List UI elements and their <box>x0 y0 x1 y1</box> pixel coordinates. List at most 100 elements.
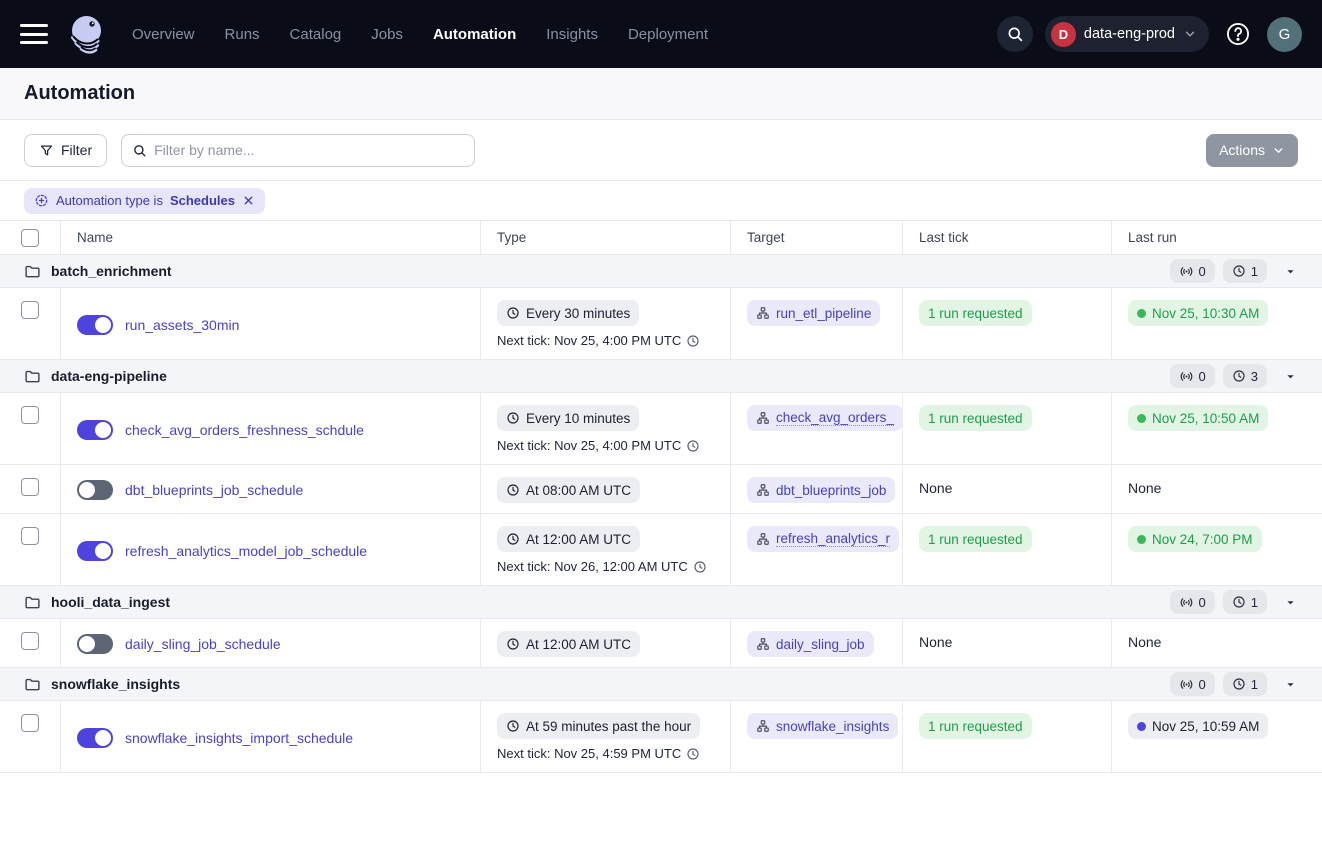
target-cell: check_avg_orders_ <box>731 393 903 464</box>
schedule-enabled-toggle[interactable] <box>77 480 113 500</box>
nav-item-catalog[interactable]: Catalog <box>290 26 342 43</box>
last-tick-status-pill[interactable]: 1 run requested <box>919 405 1032 431</box>
last-run-time: Nov 25, 10:50 AM <box>1152 411 1259 426</box>
last-tick-none: None <box>919 477 1095 496</box>
name-cell: dbt_blueprints_job_schedule <box>61 465 481 513</box>
row-checkbox-cell <box>0 619 61 667</box>
user-avatar[interactable]: G <box>1267 17 1302 52</box>
schedule-enabled-toggle[interactable] <box>77 541 113 561</box>
schedule-enabled-toggle[interactable] <box>77 728 113 748</box>
last-tick-status-pill[interactable]: 1 run requested <box>919 300 1032 326</box>
collapse-group-button[interactable] <box>1283 677 1298 692</box>
last-run-pill[interactable]: Nov 24, 7:00 PM <box>1128 526 1262 552</box>
schedule-count-badge: 1 <box>1223 672 1267 696</box>
row-checkbox-cell <box>0 288 61 359</box>
target-cell: run_etl_pipeline <box>731 288 903 359</box>
hamburger-menu-icon[interactable] <box>20 24 48 44</box>
schedule-enabled-toggle[interactable] <box>77 634 113 654</box>
filter-chip-automation-type[interactable]: Automation type is Schedules <box>24 188 265 214</box>
dagster-logo-icon[interactable] <box>64 11 110 57</box>
filter-button[interactable]: Filter <box>24 134 107 167</box>
nav-item-automation[interactable]: Automation <box>433 26 516 43</box>
row-checkbox[interactable] <box>21 406 39 424</box>
schedule-count: 3 <box>1251 369 1258 384</box>
clock-icon <box>506 411 520 425</box>
automation-table: NameTypeTargetLast tickLast runbatch_enr… <box>0 221 1322 773</box>
target-pill[interactable]: run_etl_pipeline <box>747 300 880 326</box>
target-pill[interactable]: dbt_blueprints_job <box>747 477 895 503</box>
schedule-count: 1 <box>1251 595 1258 610</box>
type-cell: Every 10 minutesNext tick: Nov 25, 4:00 … <box>481 393 731 464</box>
last-run-pill[interactable]: Nov 25, 10:50 AM <box>1128 405 1268 431</box>
nav-item-deployment[interactable]: Deployment <box>628 26 708 43</box>
target-cell: snowflake_insights <box>731 701 903 772</box>
nav-item-jobs[interactable]: Jobs <box>371 26 403 43</box>
target-pill[interactable]: refresh_analytics_r <box>747 526 899 552</box>
name-filter-input[interactable] <box>154 142 464 158</box>
type-cell: At 12:00 AM UTC <box>481 619 731 667</box>
row-checkbox[interactable] <box>21 632 39 650</box>
last-tick-status-pill[interactable]: 1 run requested <box>919 526 1032 552</box>
schedule-name-link[interactable]: snowflake_insights_import_schedule <box>125 730 353 746</box>
target-cell: dbt_blueprints_job <box>731 465 903 513</box>
group-row: hooli_data_ingest01 <box>0 586 1322 619</box>
schedule-name-link[interactable]: refresh_analytics_model_job_schedule <box>125 543 367 559</box>
target-pill[interactable]: snowflake_insights <box>747 713 898 739</box>
select-all-checkbox[interactable] <box>21 229 39 247</box>
search-button[interactable] <box>997 16 1033 52</box>
funnel-icon <box>39 143 54 158</box>
schedule-count: 1 <box>1251 677 1258 692</box>
schedule-name-link[interactable]: run_assets_30min <box>125 317 239 333</box>
expand-caret-icon <box>1283 264 1298 279</box>
job-icon <box>756 306 770 320</box>
table-row: snowflake_insights_import_scheduleAt 59 … <box>0 701 1322 773</box>
folder-icon <box>24 594 41 611</box>
toolbar: Filter Actions <box>0 120 1322 181</box>
sensor-icon <box>1179 369 1194 384</box>
workspace-avatar: D <box>1051 22 1076 47</box>
remove-filter-icon[interactable] <box>242 194 255 207</box>
clock-icon <box>686 334 700 348</box>
workspace-selector[interactable]: D data-eng-prod <box>1045 16 1209 52</box>
name-filter-searchbox <box>121 134 475 167</box>
nav-item-overview[interactable]: Overview <box>132 26 195 43</box>
actions-button[interactable]: Actions <box>1206 134 1298 167</box>
last-run-pill[interactable]: Nov 25, 10:59 AM <box>1128 713 1268 739</box>
row-checkbox[interactable] <box>21 478 39 496</box>
last-tick-status-pill[interactable]: 1 run requested <box>919 713 1032 739</box>
folder-icon <box>24 676 41 693</box>
nav-item-runs[interactable]: Runs <box>225 26 260 43</box>
schedule-enabled-toggle[interactable] <box>77 315 113 335</box>
clock-icon <box>1232 264 1246 278</box>
schedule-name-link[interactable]: dbt_blueprints_job_schedule <box>125 482 303 498</box>
last-run-none: None <box>1128 631 1306 650</box>
row-checkbox[interactable] <box>21 714 39 732</box>
last-tick-cell: 1 run requested <box>903 701 1112 772</box>
filter-button-label: Filter <box>61 142 92 158</box>
target-pill[interactable]: daily_sling_job <box>747 631 874 657</box>
schedule-count: 1 <box>1251 264 1258 279</box>
sensor-count: 0 <box>1199 595 1206 610</box>
filter-chip-value: Schedules <box>170 193 235 208</box>
target-pill[interactable]: check_avg_orders_ <box>747 405 903 431</box>
collapse-group-button[interactable] <box>1283 264 1298 279</box>
nav-item-insights[interactable]: Insights <box>546 26 598 43</box>
collapse-group-button[interactable] <box>1283 595 1298 610</box>
schedule-name-link[interactable]: daily_sling_job_schedule <box>125 636 281 652</box>
row-checkbox[interactable] <box>21 301 39 319</box>
last-run-pill[interactable]: Nov 25, 10:30 AM <box>1128 300 1268 326</box>
sensor-count: 0 <box>1199 369 1206 384</box>
collapse-group-button[interactable] <box>1283 369 1298 384</box>
name-cell: check_avg_orders_freshness_schdule <box>61 393 481 464</box>
help-button[interactable] <box>1221 17 1255 51</box>
cron-type-label: At 12:00 AM UTC <box>526 532 631 547</box>
sensor-icon <box>1179 595 1194 610</box>
target-label: daily_sling_job <box>776 637 865 652</box>
row-checkbox[interactable] <box>21 527 39 545</box>
name-cell: daily_sling_job_schedule <box>61 619 481 667</box>
schedule-enabled-toggle[interactable] <box>77 420 113 440</box>
last-run-cell: None <box>1112 619 1322 667</box>
schedule-name-link[interactable]: check_avg_orders_freshness_schdule <box>125 422 364 438</box>
sensor-icon <box>1179 677 1194 692</box>
next-tick-label: Next tick: Nov 25, 4:00 PM UTC <box>497 333 681 348</box>
